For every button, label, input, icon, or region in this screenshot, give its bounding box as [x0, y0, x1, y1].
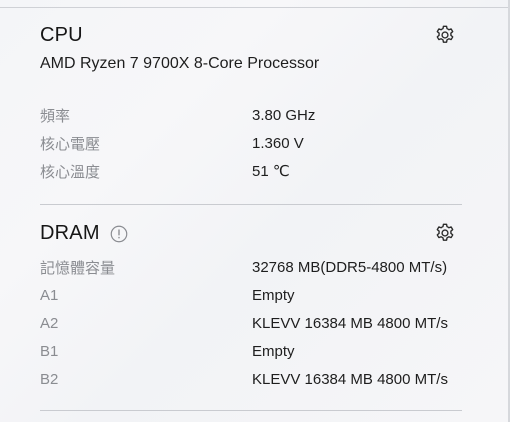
dram-row-a2: A2 KLEVV 16384 MB 4800 MT/s [40, 312, 480, 334]
dram-row-capacity: 記憶體容量 32768 MB(DDR5-4800 MT/s) [40, 256, 480, 278]
cpu-row-temperature: 核心溫度 51 ℃ [40, 160, 480, 182]
dram-title-row: DRAM [40, 220, 462, 246]
top-divider [0, 7, 510, 8]
slot-a2-label: A2 [40, 314, 59, 332]
voltage-value: 1.360 V [252, 134, 304, 152]
cpu-row-frequency: 頻率 3.80 GHz [40, 104, 480, 126]
dram-row-b2: B2 KLEVV 16384 MB 4800 MT/s [40, 368, 480, 390]
slot-a2-value: KLEVV 16384 MB 4800 MT/s [252, 314, 448, 332]
voltage-label: 核心電壓 [40, 135, 101, 153]
section-divider [40, 410, 462, 411]
slot-b1-value: Empty [252, 342, 295, 360]
section-divider [40, 204, 462, 205]
dram-row-b1: B1 Empty [40, 340, 480, 362]
dram-row-a1: A1 Empty [40, 284, 480, 306]
capacity-label: 記憶體容量 [40, 259, 116, 277]
frequency-label: 頻率 [40, 107, 71, 125]
slot-a1-value: Empty [252, 286, 295, 304]
dram-section: DRAM 記憶體容量 32768 MB(DDR5-4800 MT/s) A1 E… [40, 220, 462, 400]
cpu-processor-name: AMD Ryzen 7 9700X 8-Core Processor [40, 55, 320, 72]
dram-title: DRAM [40, 221, 100, 244]
temperature-value: 51 ℃ [252, 163, 290, 180]
info-icon[interactable] [110, 225, 128, 243]
cpu-section: CPU AMD Ryzen 7 9700X 8-Core Processor 頻… [40, 22, 462, 192]
gear-icon[interactable] [434, 222, 456, 244]
cpu-title: CPU [40, 23, 83, 46]
slot-a1-label: A1 [40, 286, 59, 304]
slot-b2-label: B2 [40, 370, 59, 388]
slot-b2-value: KLEVV 16384 MB 4800 MT/s [252, 370, 448, 388]
temperature-label: 核心溫度 [40, 163, 101, 181]
cpu-row-voltage: 核心電壓 1.360 V [40, 132, 480, 154]
capacity-value: 32768 MB(DDR5-4800 MT/s) [252, 258, 448, 276]
frequency-value: 3.80 GHz [252, 106, 316, 124]
slot-b1-label: B1 [40, 342, 59, 360]
gear-icon[interactable] [434, 24, 456, 46]
